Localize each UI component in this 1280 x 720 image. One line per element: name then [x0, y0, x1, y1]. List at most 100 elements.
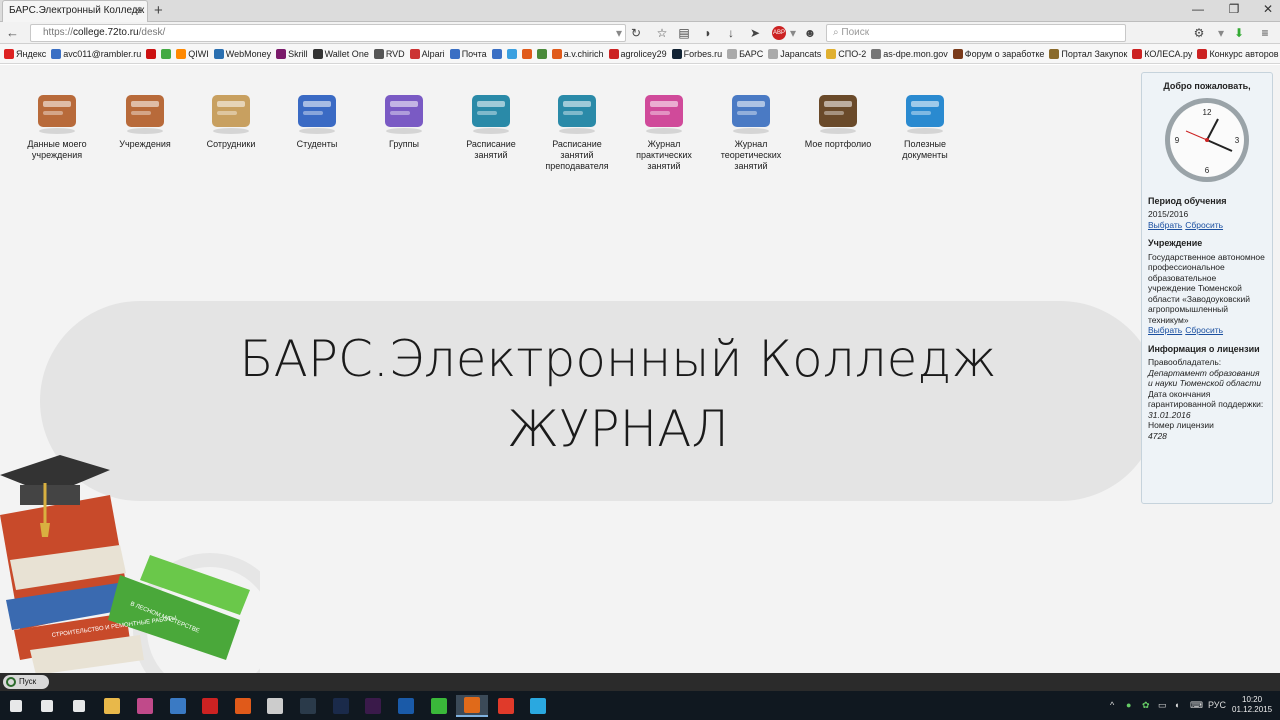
close-window-icon[interactable]: ✕	[1250, 2, 1280, 16]
search-icon[interactable]	[31, 695, 63, 717]
desk-tile[interactable]: Журнал практических занятий	[622, 87, 706, 172]
bookmark-item[interactable]	[536, 48, 547, 59]
bookmark-item[interactable]: agrolicey29	[608, 48, 667, 59]
tray-language[interactable]: РУС	[1208, 700, 1226, 710]
url-host: college.72to.ru	[73, 27, 139, 38]
bookmark-item[interactable]: КОЛЕСА.ру	[1132, 48, 1192, 59]
taskbar-clock[interactable]: 10:20 01.12.2015	[1232, 695, 1272, 715]
bookmark-item[interactable]: RVD	[373, 48, 405, 59]
bookmark-item[interactable]: Forbes.ru	[671, 48, 722, 59]
premiere-icon[interactable]	[357, 695, 389, 717]
extension-icon[interactable]: ⚙	[1192, 26, 1206, 40]
extension-dropdown-icon[interactable]: ▾	[1214, 26, 1228, 40]
photoshop-icon[interactable]	[325, 695, 357, 717]
bookmark-item[interactable]	[161, 48, 172, 59]
adblock-icon[interactable]: ABP	[772, 26, 786, 40]
icq-icon[interactable]	[423, 695, 455, 717]
close-tab-icon[interactable]: ✕	[133, 4, 142, 17]
clock-face-icon: 12 3 6 9	[1170, 102, 1244, 177]
bookmark-item[interactable]	[491, 48, 502, 59]
send-icon[interactable]: ➤	[748, 26, 762, 40]
store-icon[interactable]	[227, 695, 259, 717]
reload-icon[interactable]: ↻	[629, 26, 643, 40]
minimize-icon[interactable]: —	[1180, 2, 1216, 16]
green-download-icon[interactable]: ⬇	[1232, 26, 1246, 40]
bookmark-item[interactable]: Alpari	[409, 48, 445, 59]
bookmark-item[interactable]	[521, 48, 532, 59]
desk-tile[interactable]: Расписание занятий преподавателя	[535, 87, 619, 172]
desk-tile[interactable]: Расписание занятий	[449, 87, 533, 161]
task-view-icon[interactable]	[63, 695, 95, 717]
outlook-icon[interactable]	[390, 695, 422, 717]
app-icon[interactable]	[162, 695, 194, 717]
navigation-bar: ← https://college.72to.ru/desk/ ▾ ↻ ☆ ▤ …	[0, 22, 1280, 44]
url-dropdown-icon[interactable]: ▾	[612, 26, 626, 40]
institution-reset-link[interactable]: Сбросить	[1185, 325, 1223, 335]
paint-icon[interactable]	[129, 695, 161, 717]
lightroom-icon[interactable]	[292, 695, 324, 717]
desk-tile[interactable]: Данные моего учреждения	[15, 87, 99, 161]
desk-tile[interactable]: Студенты	[275, 87, 359, 150]
adblock-dropdown-icon[interactable]: ▾	[786, 26, 800, 40]
bookmark-label: СПО-2	[838, 48, 867, 59]
bookmark-item[interactable]: Japancats	[768, 48, 821, 59]
tray-sound-icon[interactable]: ◖	[1174, 700, 1179, 710]
back-icon[interactable]: ←	[6, 25, 19, 40]
file-explorer-icon[interactable]	[96, 695, 128, 717]
new-tab-icon[interactable]: +	[154, 2, 163, 19]
calculator-icon[interactable]	[259, 695, 291, 717]
bookmark-star-icon[interactable]: ☆	[655, 26, 669, 40]
institution-choose-link[interactable]: Выбрать	[1148, 325, 1182, 335]
bookmark-item[interactable]: Яндекс	[4, 48, 46, 59]
svg-text:3: 3	[1235, 136, 1240, 145]
period-reset-link[interactable]: Сбросить	[1185, 220, 1223, 230]
desk-tile[interactable]: Учреждения	[103, 87, 187, 150]
bookmark-item[interactable]: as-dpe.mon.gov	[871, 48, 948, 59]
start-button[interactable]: Пуск	[3, 675, 49, 689]
task-view-icon-glyph	[73, 700, 85, 712]
windows-start-icon[interactable]	[0, 695, 32, 717]
firefox-icon[interactable]	[456, 695, 488, 717]
bookmark-item[interactable]	[506, 48, 517, 59]
skype-icon[interactable]	[522, 695, 554, 717]
bookmark-item[interactable]: Почта	[449, 48, 487, 59]
bookmark-item[interactable]: QIWI	[176, 48, 209, 59]
chat-icon[interactable]: ☻	[803, 26, 817, 40]
bookmark-item[interactable]: avc011@rambler.ru	[51, 48, 141, 59]
bookmark-item[interactable]: СПО-2	[826, 48, 867, 59]
bookmark-favicon-icon	[1132, 48, 1143, 59]
bookmark-item[interactable]: Форум о заработке	[952, 48, 1044, 59]
yandex-browser-icon[interactable]	[490, 695, 522, 717]
tray-keyboard-icon[interactable]: ⌨	[1190, 700, 1203, 711]
desk-tile[interactable]: Сотрудники	[189, 87, 273, 150]
bookmark-item[interactable]: Skrill	[276, 48, 308, 59]
bookmark-item[interactable]: Wallet One	[312, 48, 369, 59]
download-icon[interactable]: ↓	[724, 26, 738, 40]
reading-list-icon[interactable]: ▤	[677, 26, 691, 40]
search-box[interactable]: ⌕ Поиск	[826, 24, 1126, 42]
bookmark-item[interactable]: WebMoney	[213, 48, 271, 59]
tray-icq-icon[interactable]: ✿	[1142, 700, 1150, 711]
license-title: Информация о лицензии	[1148, 343, 1260, 354]
desk-tile[interactable]: Журнал теоретических занятий	[709, 87, 793, 172]
desk-tile[interactable]: Группы	[362, 87, 446, 150]
bookmark-item[interactable]: Портал Закупок	[1049, 48, 1127, 59]
url-bar[interactable]: https://college.72to.ru/desk/	[30, 24, 626, 42]
bookmark-item[interactable]: a.v.chirich	[551, 48, 604, 59]
bookmark-item[interactable]	[146, 48, 157, 59]
period-choose-link[interactable]: Выбрать	[1148, 220, 1182, 230]
maximize-icon[interactable]: ❐	[1216, 2, 1252, 16]
desk-tile[interactable]: Полезные документы	[883, 87, 967, 161]
pocket-icon[interactable]: ◗	[701, 26, 715, 40]
tray-network-icon[interactable]: ▭	[1158, 700, 1167, 711]
bookmark-item[interactable]: БАРС	[727, 48, 763, 59]
tab-college[interactable]: БАРС.Электронный Колледж ✕	[2, 0, 148, 22]
tray-up-arrow-icon[interactable]: ^	[1110, 700, 1114, 710]
menu-icon[interactable]: ≡	[1258, 26, 1272, 40]
desk-tile-label: Расписание занятий преподавателя	[545, 139, 609, 171]
license-holder-label: Правообладатель:	[1148, 357, 1222, 367]
desk-tile[interactable]: Мое портфолио	[796, 87, 880, 150]
red-app-icon[interactable]	[194, 695, 226, 717]
tray-green-icon[interactable]: ●	[1126, 700, 1131, 710]
bookmark-item[interactable]: Конкурс авторов	[1197, 48, 1279, 59]
